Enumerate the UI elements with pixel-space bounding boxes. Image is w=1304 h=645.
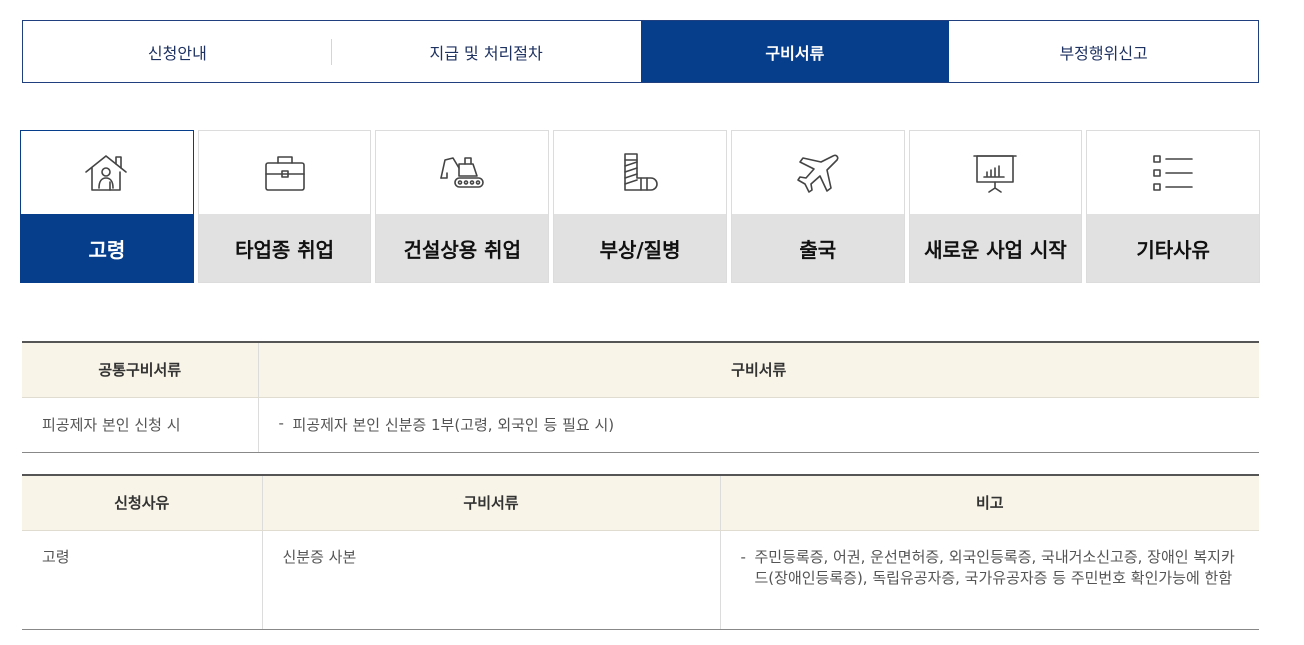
category-label: 기타사유: [1087, 214, 1260, 282]
presentation-chart-icon: [973, 154, 1018, 193]
reason-cell: 고령: [22, 530, 262, 630]
category-label: 건설상용 취업: [376, 214, 549, 282]
category-card-other[interactable]: 기타사유: [1086, 130, 1261, 283]
dash-marker: -: [740, 547, 746, 566]
table-header-row: 신청사유 구비서류 비고: [22, 475, 1259, 531]
list-item: - 피공제자 본인 신분증 1부(고령, 외국인 등 필요 시): [279, 414, 1240, 435]
category-card-construction[interactable]: 건설상용 취업: [375, 130, 550, 283]
list-icon: [1153, 154, 1193, 191]
category-selector: 고령 타업종 취업 건설상용 취업 부상/질병 출국 새로운 사업 시작 기타사…: [20, 130, 1261, 283]
note-cell: - 주민등록증, 어권, 운선면허증, 외국인등록증, 국내거소신고증, 장애인…: [719, 530, 1259, 630]
category-icon-box: [909, 131, 1082, 214]
category-card-new-business[interactable]: 새로운 사업 시작: [908, 130, 1083, 283]
reason-documents-table: 신청사유 구비서류 비고 고령 신분증 사본 - 주민등록증, 어권, 운선면허…: [22, 474, 1259, 630]
list-item: - 주민등록증, 어권, 운선면허증, 외국인등록증, 국내거소신고증, 장애인…: [741, 547, 1240, 589]
category-label: 새로운 사업 시작: [909, 214, 1082, 282]
dash-marker: -: [278, 414, 284, 432]
table-row: 피공제자 본인 신청 시 - 피공제자 본인 신분증 1부(고령, 외국인 등 …: [22, 397, 1259, 453]
column-header: 비고: [719, 475, 1259, 531]
table-row: 고령 신분증 사본 - 주민등록증, 어권, 운선면허증, 외국인등록증, 국내…: [22, 530, 1259, 630]
category-card-injury[interactable]: 부상/질병: [553, 130, 727, 283]
document-cell: 신분증 사본: [261, 530, 720, 630]
category-label: 타업종 취업: [198, 214, 371, 282]
elderly-home-icon: [85, 154, 127, 191]
category-label: 출국: [731, 214, 904, 282]
category-icon-box: [554, 131, 726, 214]
category-icon-box: [731, 131, 904, 214]
category-card-elderly[interactable]: 고령: [20, 130, 194, 283]
row-value: - 피공제자 본인 신분증 1부(고령, 외국인 등 필요 시): [257, 397, 1259, 453]
column-header: 구비서류: [257, 342, 1259, 398]
category-icon-box: [1087, 131, 1260, 214]
category-icon-box: [21, 131, 193, 214]
airplane-icon: [796, 154, 839, 193]
cast-icon: [624, 152, 658, 191]
category-label: 부상/질병: [554, 214, 726, 282]
tab-application-guide[interactable]: 신청안내: [23, 21, 332, 82]
column-header: 신청사유: [22, 475, 262, 531]
column-header: 구비서류: [261, 475, 720, 531]
top-tab-bar: 신청안내 지급 및 처리절차 구비서류 부정행위신고: [22, 20, 1259, 83]
category-icon-box: [198, 131, 371, 214]
tab-fraud-report[interactable]: 부정행위신고: [949, 21, 1258, 82]
tab-required-documents[interactable]: 구비서류: [640, 21, 950, 82]
category-label: 고령: [21, 214, 193, 282]
category-card-other-job[interactable]: 타업종 취업: [197, 130, 372, 283]
tab-payment-procedure[interactable]: 지급 및 처리절차: [332, 21, 641, 82]
note-text: 주민등록증, 어권, 운선면허증, 외국인등록증, 국내거소신고증, 장애인 복…: [754, 547, 1235, 587]
document-text: 피공제자 본인 신분증 1부(고령, 외국인 등 필요 시): [292, 416, 615, 434]
category-icon-box: [376, 131, 549, 214]
table-header-row: 공통구비서류 구비서류: [22, 342, 1259, 398]
briefcase-icon: [264, 155, 305, 191]
excavator-icon: [440, 156, 485, 188]
category-card-departure[interactable]: 출국: [730, 130, 905, 283]
common-documents-table: 공통구비서류 구비서류 피공제자 본인 신청 시 - 피공제자 본인 신분증 1…: [22, 341, 1259, 453]
row-label: 피공제자 본인 신청 시: [22, 397, 258, 453]
column-header: 공통구비서류: [22, 342, 258, 398]
